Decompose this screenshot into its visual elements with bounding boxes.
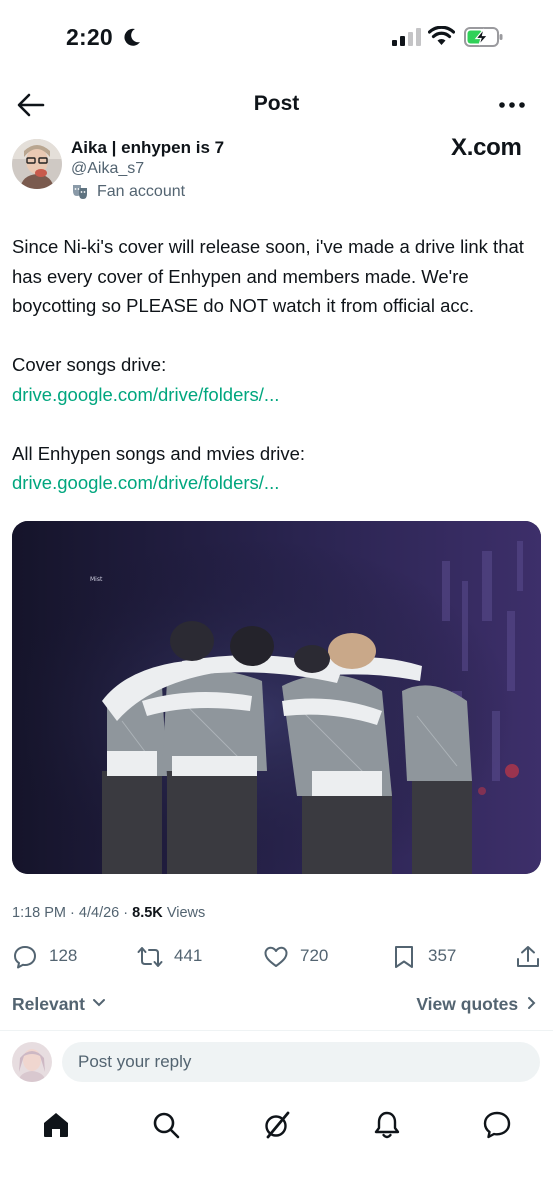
avatar-image xyxy=(12,139,62,189)
nav-home[interactable] xyxy=(41,1110,71,1140)
share-button[interactable] xyxy=(515,938,543,974)
moon-icon xyxy=(124,28,140,46)
bookmark-count: 357 xyxy=(428,946,457,965)
like-count: 720 xyxy=(300,946,329,965)
avatar-image xyxy=(12,1042,52,1082)
action-bar: 128 441 720 357 xyxy=(0,938,553,974)
views-count: 8.5K xyxy=(132,905,163,921)
post-date: 4/4/26 xyxy=(78,905,120,921)
source-badge: X.com xyxy=(451,134,522,161)
status-bar: 2:20 xyxy=(0,0,553,72)
affiliation-text: Fan account xyxy=(97,183,186,200)
author-name[interactable]: Aika | enhypen is 7 xyxy=(71,138,224,158)
reply-button[interactable]: 128 xyxy=(12,938,92,974)
post-time: 1:18 PM xyxy=(12,905,66,921)
svg-text:Mist: Mist xyxy=(90,576,103,583)
post-image[interactable]: Mist xyxy=(12,521,541,874)
share-icon xyxy=(517,946,539,967)
post-meta: 1:18 PM · 4/4/26 · 8.5K Views xyxy=(12,905,206,921)
views-label: Views xyxy=(166,905,206,921)
home-icon xyxy=(44,1113,68,1137)
reply-input[interactable] xyxy=(62,1042,540,1082)
status-time: 2:20 xyxy=(66,24,113,50)
author-handle[interactable]: @Aika_s7 xyxy=(71,160,144,178)
heart-icon xyxy=(264,946,288,967)
view-quotes-label: View quotes xyxy=(416,994,519,1014)
wifi-icon xyxy=(428,26,455,45)
ellipsis-icon[interactable] xyxy=(496,94,528,116)
group-hug-photo: Mist xyxy=(12,521,541,874)
section-label: All Enhypen songs and mvies drive: xyxy=(12,442,306,464)
like-button[interactable]: 720 xyxy=(263,938,343,974)
reply-count: 128 xyxy=(49,946,78,965)
bookmark-icon xyxy=(395,946,413,968)
nav-search[interactable] xyxy=(151,1110,181,1140)
author-avatar[interactable] xyxy=(12,139,62,189)
nav-notifications[interactable] xyxy=(372,1110,402,1140)
sort-label: Relevant xyxy=(12,994,85,1014)
section-label: Cover songs drive: xyxy=(12,354,167,375)
messages-icon xyxy=(483,1111,511,1139)
notifications-bell-icon xyxy=(374,1111,400,1139)
drive-link-songs[interactable]: drive.google.com/drive/folders/... xyxy=(12,468,542,498)
grok-icon xyxy=(265,1111,290,1139)
bottom-nav xyxy=(0,1100,553,1150)
nav-grok[interactable] xyxy=(262,1110,292,1140)
repost-icon xyxy=(137,947,163,967)
post-text: Since Ni-ki's cover will release soon, i… xyxy=(12,232,542,498)
masks-icon xyxy=(73,185,87,199)
reply-icon xyxy=(14,946,36,969)
post-paragraph: Since Ni-ki's cover will release soon, i… xyxy=(12,236,524,316)
repost-count: 441 xyxy=(174,946,203,965)
page-title: Post xyxy=(253,92,300,115)
view-quotes-link[interactable]: View quotes xyxy=(416,994,537,1015)
cellular-signal-icon xyxy=(392,28,421,46)
search-icon xyxy=(153,1112,180,1139)
nav-messages[interactable] xyxy=(482,1110,512,1140)
divider xyxy=(0,1030,553,1031)
repost-button[interactable]: 441 xyxy=(137,938,217,974)
post-header: Post xyxy=(0,80,553,130)
chevron-down-icon xyxy=(92,999,105,1007)
user-avatar xyxy=(12,1042,52,1082)
drive-link-covers[interactable]: drive.google.com/drive/folders/... xyxy=(12,380,542,410)
bookmark-button[interactable]: 357 xyxy=(391,938,471,974)
sort-relevant-dropdown[interactable]: Relevant xyxy=(12,994,106,1015)
chevron-right-icon xyxy=(528,997,536,1009)
battery-charging-icon xyxy=(464,27,503,47)
